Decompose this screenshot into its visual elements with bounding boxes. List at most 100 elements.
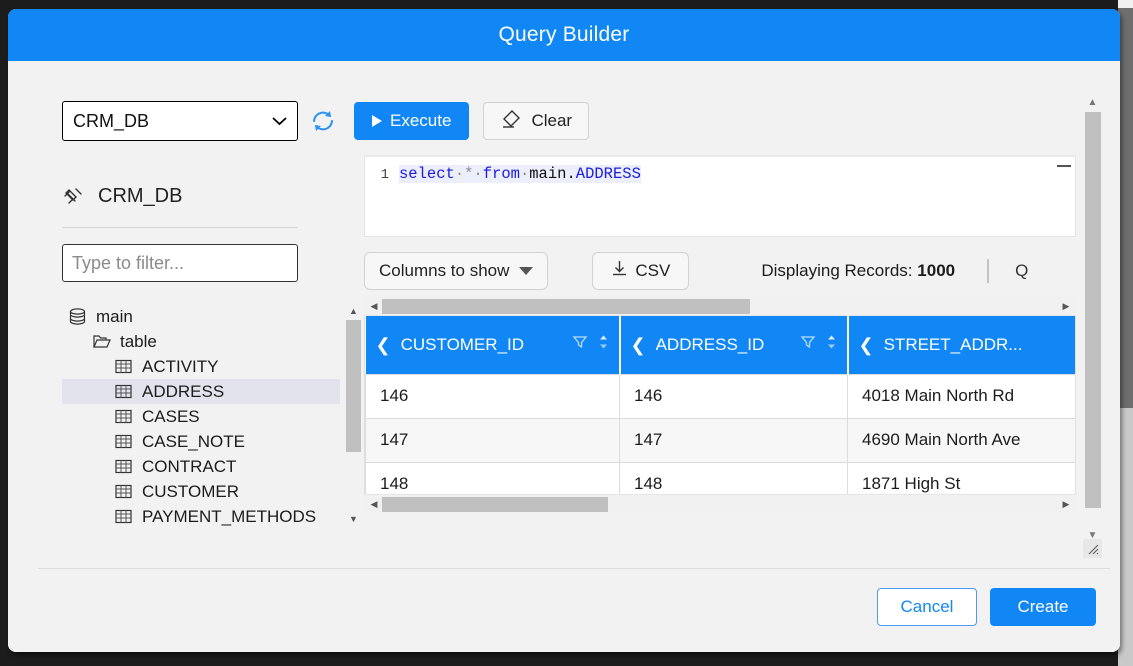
table-icon	[114, 432, 133, 451]
clear-button[interactable]: Clear	[483, 102, 589, 140]
dialog-scroll-up-icon[interactable]: ▲	[1083, 95, 1102, 110]
caret-down-icon	[519, 267, 533, 275]
column-header-customer_id[interactable]: ❮CUSTOMER_ID	[366, 316, 620, 374]
sort-icon[interactable]	[826, 334, 837, 355]
tree-node-address[interactable]: ADDRESS	[62, 379, 340, 404]
column-header-label: STREET_ADDR...	[884, 335, 1076, 355]
table-row[interactable]: 1471474690 Main North Ave	[366, 418, 1077, 462]
scroll-up-icon[interactable]: ▲	[345, 304, 362, 318]
play-icon	[372, 115, 382, 127]
tree-node-label: CUSTOMER	[142, 482, 239, 502]
column-header-street_addr[interactable]: ❮ STREET_ADDR...	[848, 316, 1077, 374]
filter-placeholder: Type to filter...	[72, 253, 184, 274]
dialog-scrollbar[interactable]: ▲ ▼	[1083, 95, 1102, 543]
table-icon	[114, 407, 133, 426]
sql-editor-line: 1 select·*·from·main.ADDRESS	[365, 157, 1075, 183]
tree-scrollbar[interactable]: ▲ ▼	[345, 304, 362, 526]
resize-handle[interactable]	[1083, 539, 1102, 558]
sql-token-keyword: from	[483, 165, 520, 183]
tree-scrollbar-thumb[interactable]	[346, 320, 361, 452]
sql-token-keyword: select	[399, 165, 455, 183]
table-icon	[114, 457, 133, 476]
column-header-label: ADDRESS_ID	[656, 335, 790, 355]
tree-node-activity[interactable]: ACTIVITY	[62, 354, 340, 379]
scroll-down-icon[interactable]: ▼	[345, 512, 362, 526]
connection-label: CRM_DB	[98, 185, 182, 208]
record-count-value: 1000	[917, 261, 955, 280]
tree-node-table[interactable]: table	[62, 329, 340, 354]
table-icon	[114, 507, 133, 526]
results-grid-viewport: ❮CUSTOMER_ID❮ADDRESS_ID❮STREET_ADDR... 1…	[364, 316, 1076, 494]
folder-open-icon	[92, 332, 111, 351]
grid-hscrollbar-top[interactable]: ◀ ▶	[364, 297, 1076, 316]
chevron-left-icon[interactable]: ❮	[859, 336, 874, 354]
tree-node-label: table	[120, 332, 157, 352]
filter-input[interactable]: Type to filter...	[62, 244, 298, 282]
grid-hscroll-thumb-bottom[interactable]	[382, 497, 608, 512]
sort-icon[interactable]	[598, 334, 609, 355]
download-icon	[611, 260, 628, 282]
tree-node-label: CONTRACT	[142, 457, 236, 477]
scroll-right-icon-bottom[interactable]: ▶	[1058, 495, 1074, 514]
database-icon	[68, 307, 87, 326]
columns-to-show-button[interactable]: Columns to show	[364, 252, 548, 290]
filter-icon[interactable]	[572, 334, 588, 355]
table-cell: 147	[620, 418, 848, 462]
record-count: Displaying Records: 1000	[761, 261, 955, 281]
filter-icon[interactable]	[800, 334, 816, 355]
tree-node-label: ADDRESS	[142, 382, 224, 402]
tree-node-contract[interactable]: CONTRACT	[62, 454, 340, 479]
scroll-left-icon[interactable]: ◀	[366, 297, 382, 316]
page-scrollbar-track[interactable]	[1118, 408, 1133, 666]
sql-code[interactable]: select·*·from·main.ADDRESS	[399, 165, 641, 183]
scroll-left-icon-bottom[interactable]: ◀	[366, 495, 382, 514]
table-row[interactable]: 1461464018 Main North Rd	[366, 374, 1077, 418]
query-builder-dialog: Query Builder CRM_DB	[8, 9, 1120, 652]
sql-editor[interactable]: 1 select·*·from·main.ADDRESS	[364, 155, 1076, 237]
dialog-title: Query Builder	[499, 23, 630, 47]
page-scrollbar-thumb[interactable]	[1118, 8, 1133, 408]
database-select[interactable]: CRM_DB	[62, 101, 298, 141]
chevron-left-icon[interactable]: ❮	[376, 336, 391, 354]
sql-token-plain: .	[566, 165, 575, 183]
dialog-titlebar: Query Builder	[8, 9, 1120, 61]
tree-node-label: CASE_NOTE	[142, 432, 245, 452]
truncated-label: Q	[1015, 261, 1028, 281]
execute-button[interactable]: Execute	[354, 102, 469, 140]
sql-token-operator: ·*·	[455, 165, 483, 183]
dialog-scrollbar-thumb[interactable]	[1085, 112, 1101, 508]
tree-node-cases[interactable]: CASES	[62, 404, 340, 429]
tree-node-main[interactable]: main	[62, 304, 340, 329]
dialog-footer: Cancel Create	[8, 562, 1120, 652]
tree-node-customer[interactable]: CUSTOMER	[62, 479, 340, 504]
cancel-button[interactable]: Cancel	[877, 588, 977, 626]
scroll-right-icon[interactable]: ▶	[1058, 297, 1074, 316]
grid-hscroll-thumb-top[interactable]	[382, 299, 750, 314]
sql-token-identifier: ADDRESS	[576, 165, 641, 183]
chevron-left-icon[interactable]: ❮	[631, 336, 646, 354]
grid-hscrollbar-bottom[interactable]: ◀ ▶	[364, 494, 1076, 513]
create-button[interactable]: Create	[990, 588, 1096, 626]
columns-to-show-label: Columns to show	[379, 261, 509, 281]
tree-node-case_note[interactable]: CASE_NOTE	[62, 429, 340, 454]
page-scrollbar[interactable]	[1118, 0, 1133, 666]
execute-label: Execute	[390, 111, 451, 131]
schema-tree-wrap: main tableACTIVITY ADDRESSCASES CASE_NOTE CO…	[62, 304, 362, 526]
results-table-body: 1461464018 Main North Rd1471474690 Main …	[366, 374, 1077, 494]
refresh-icon[interactable]	[306, 104, 340, 138]
table-cell: 4018 Main North Rd	[848, 374, 1077, 418]
tree-node-label: main	[96, 307, 133, 327]
column-header-address_id[interactable]: ❮ ADDRESS_ID	[620, 316, 848, 374]
csv-label: CSV	[635, 261, 670, 281]
sql-token-operator: ·	[520, 165, 529, 183]
csv-export-button[interactable]: CSV	[592, 252, 689, 290]
results-header-row: ❮CUSTOMER_ID❮ADDRESS_ID❮STREET_ADDR...	[366, 316, 1077, 374]
eraser-icon	[500, 109, 522, 134]
table-icon	[114, 382, 133, 401]
table-row[interactable]: 1481481871 High St	[366, 462, 1077, 494]
right-panel: Execute Clear	[364, 101, 1076, 513]
table-cell: 148	[620, 462, 848, 494]
tree-node-payment_methods[interactable]: PAYMENT_METHODS	[62, 504, 340, 529]
sql-token-plain: main	[529, 165, 566, 183]
clear-label: Clear	[531, 111, 572, 131]
